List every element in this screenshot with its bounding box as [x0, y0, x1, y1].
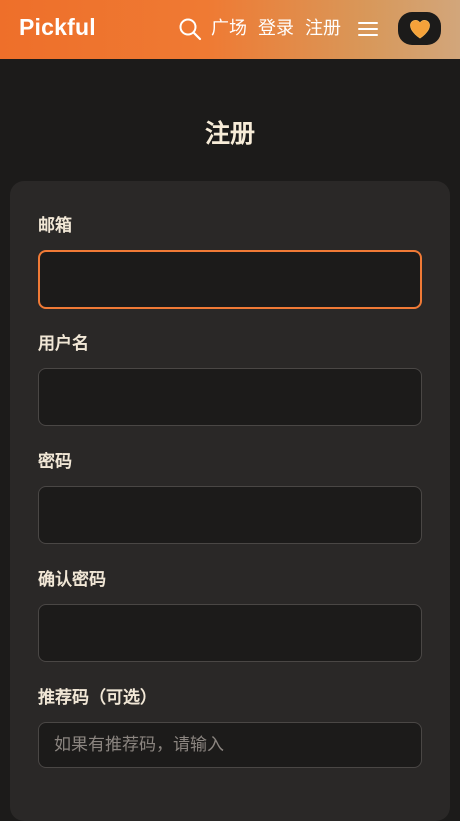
confirm-password-field[interactable] [38, 604, 422, 662]
menu-icon[interactable] [357, 18, 379, 40]
search-icon[interactable] [178, 17, 202, 41]
confirm-password-label: 确认密码 [38, 570, 106, 590]
email-label: 邮箱 [38, 216, 72, 236]
email-field[interactable] [38, 250, 422, 309]
password-field[interactable] [38, 486, 422, 544]
page-title: 注册 [204, 119, 255, 148]
logo[interactable]: Pickful [19, 14, 96, 41]
nav-link-register[interactable]: 注册 [305, 17, 341, 41]
username-label: 用户名 [38, 334, 89, 354]
referral-code-field[interactable] [38, 722, 422, 768]
username-field[interactable] [38, 368, 422, 426]
heart-icon [409, 19, 430, 39]
nav-link-login[interactable]: 登录 [258, 17, 294, 41]
referral-code-label: 推荐码（可选） [38, 688, 157, 708]
nav-link-plaza[interactable]: 广场 [211, 17, 247, 41]
password-label: 密码 [38, 452, 72, 472]
top-header: Pickful 广场 登录 注册 [0, 0, 460, 59]
heart-button[interactable] [398, 12, 441, 45]
